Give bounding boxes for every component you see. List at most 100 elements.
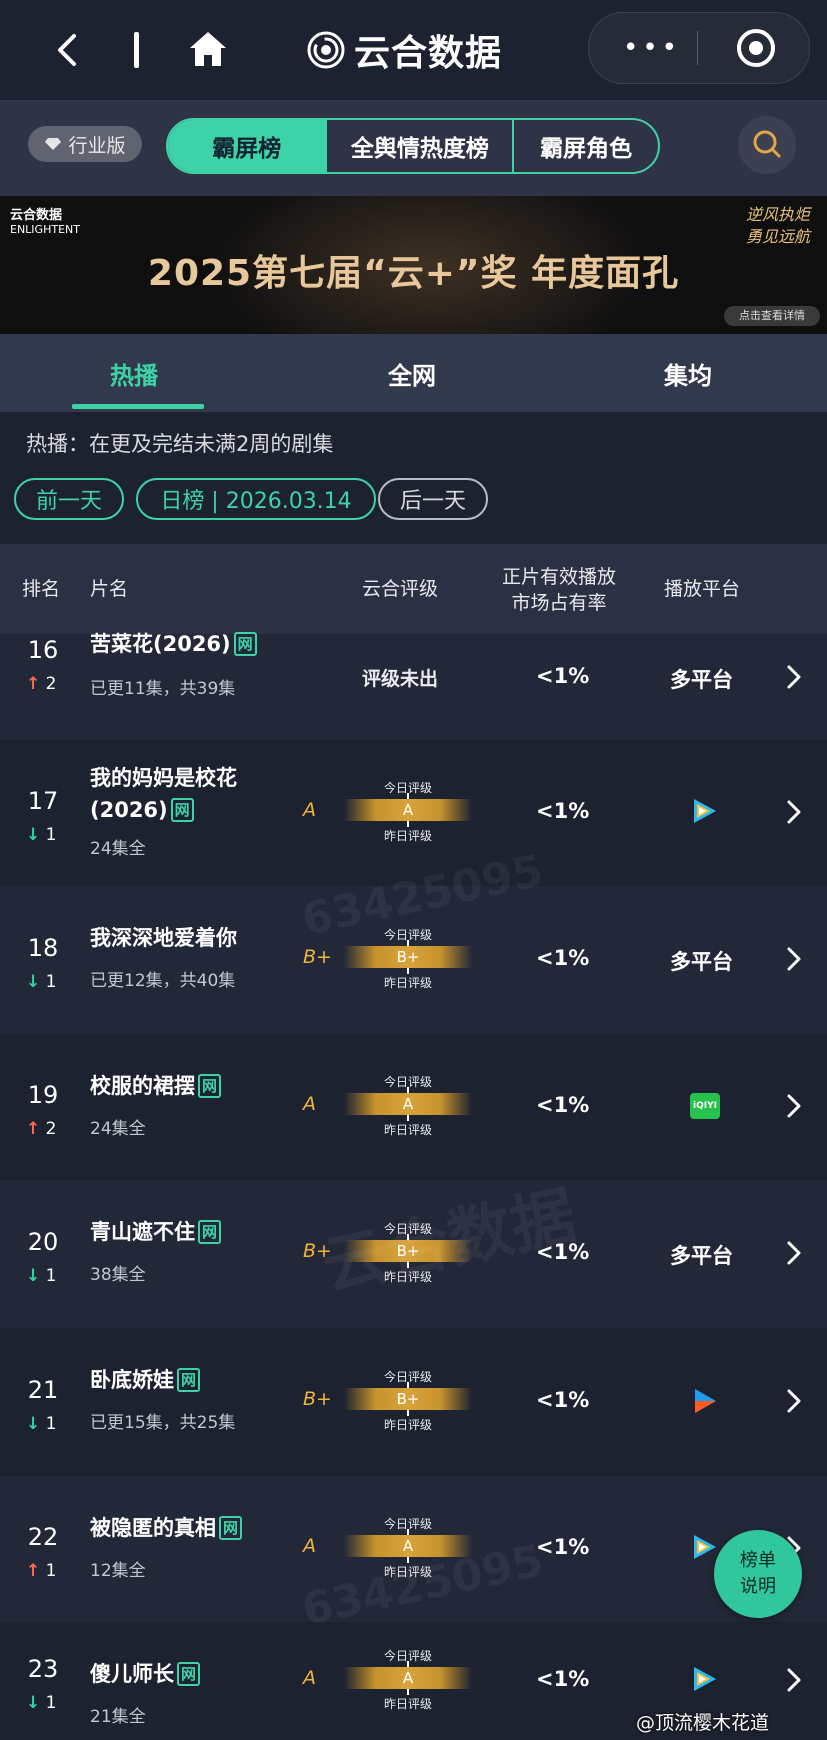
header-rank: 排名: [22, 578, 61, 600]
grade-letter: A: [303, 1535, 316, 1557]
chevron-right-icon[interactable]: [784, 944, 804, 974]
capsule-divider: [697, 31, 698, 65]
date-picker-button[interactable]: 日榜 | 2026.03.14: [136, 478, 376, 520]
next-day-button[interactable]: 后一天: [378, 478, 488, 520]
series-title[interactable]: 苦菜花(2026) 网: [90, 628, 260, 660]
table-row[interactable]: 20 ↓ 1 青山遮不住网 38集全 B+ 今日评级 B+ 昨日评级 <1% 多平台: [0, 1180, 827, 1328]
table-row[interactable]: 16 ↑ 2 苦菜花(2026) 网已更11集，共39集 评级未出 <1% 多平台: [0, 632, 827, 740]
segment-bapingbang[interactable]: 霸屏榜: [168, 120, 326, 172]
episode-info: 12集全: [90, 1561, 146, 1581]
table-row[interactable]: 22 ↑ 1 被隐匿的真相网 12集全 A 今日评级 A 昨日评级 <1%: [0, 1476, 827, 1622]
rank-change-value: 1: [45, 825, 57, 845]
back-icon[interactable]: [48, 30, 88, 70]
header-share-line1: 正片有效播放: [501, 566, 616, 588]
grade-pending: 评级未出: [362, 668, 439, 690]
table-row[interactable]: 19 ↑ 2 校服的裙摆网 24集全 A 今日评级 A 昨日评级 <1% iQIYI: [0, 1034, 827, 1180]
chevron-right-icon[interactable]: [784, 797, 804, 827]
close-target-icon[interactable]: [734, 26, 778, 70]
header-share-line2: 市场占有率: [511, 592, 607, 614]
series-title[interactable]: 傻儿师长网: [90, 1658, 310, 1690]
rank-change-value: 1: [45, 1414, 57, 1434]
chevron-right-icon[interactable]: [784, 1665, 804, 1695]
weibo-credit: @顶流樱木花道: [636, 1712, 770, 1734]
grade-letter: A: [303, 799, 316, 821]
episode-info: 24集全: [90, 839, 146, 859]
segment-quanyuqing[interactable]: 全舆情热度榜: [325, 120, 512, 172]
grade-letter: B+: [303, 946, 332, 968]
web-series-tag: 网: [170, 798, 194, 822]
series-title-text: 校服的裙摆: [90, 1074, 195, 1098]
segment-bapingjuese[interactable]: 霸屏角色: [512, 120, 658, 172]
chevron-right-icon[interactable]: [784, 662, 804, 692]
series-title[interactable]: 校服的裙摆网: [90, 1070, 310, 1102]
grade-bar: 今日评级 A 昨日评级: [340, 779, 476, 843]
grade-bar-letter: B+: [396, 1242, 420, 1260]
banner-detail-button[interactable]: 点击查看详情: [724, 306, 820, 326]
web-series-tag: 网: [198, 1074, 222, 1098]
banner-logo-zh: 云合数据: [10, 208, 63, 223]
ranking-explanation-button[interactable]: 榜单 说明: [714, 1530, 802, 1618]
market-share: <1%: [536, 664, 590, 688]
series-title[interactable]: 我深深地爱着你: [90, 922, 310, 954]
market-share: <1%: [536, 1535, 590, 1559]
grade-gradient: A: [344, 1093, 472, 1115]
tab-jijun[interactable]: 集均: [664, 356, 712, 391]
rank-change-value: 1: [45, 1693, 57, 1713]
rank-change: ↓ 1: [26, 1266, 56, 1286]
web-series-tag: 网: [177, 1368, 201, 1392]
brand-logo-icon: [307, 31, 345, 69]
diamond-icon: [45, 138, 62, 150]
top-nav-bar: 云合数据 •••: [0, 0, 827, 100]
yesterday-grade-label: 昨日评级: [383, 976, 432, 990]
tab-rebo[interactable]: 热播: [110, 356, 158, 391]
rank-number: 22: [27, 1523, 59, 1551]
market-share: <1%: [536, 1667, 590, 1691]
series-title[interactable]: 我的妈妈是校花(2026) 网: [90, 762, 260, 826]
search-button[interactable]: [738, 116, 796, 174]
rank-change-value: 2: [45, 1119, 57, 1139]
series-title-text: 苦菜花(2026): [90, 632, 231, 656]
rank-number: 17: [27, 787, 59, 815]
grade-letter: B+: [303, 1388, 332, 1410]
industry-label: 行业版: [68, 134, 126, 157]
home-icon[interactable]: [186, 28, 230, 72]
chevron-right-icon[interactable]: [784, 1386, 804, 1416]
rank-change: ↑ 2: [26, 1119, 56, 1139]
industry-edition-badge[interactable]: 行业版: [28, 126, 142, 162]
rank-change: ↓ 1: [26, 825, 56, 845]
search-icon: [753, 130, 781, 158]
rank-change: ↓ 1: [26, 1414, 56, 1434]
rank-down-icon: ↓: [26, 972, 41, 992]
rank-number: 16: [27, 636, 59, 664]
series-title[interactable]: 被隐匿的真相网: [90, 1512, 310, 1544]
nav-separator: [134, 32, 139, 68]
series-title[interactable]: 青山遮不住网: [90, 1216, 310, 1248]
tab-quanwang[interactable]: 全网: [388, 356, 436, 391]
tencent-video-icon: [694, 1535, 716, 1559]
rank-up-icon: ↑: [26, 1561, 41, 1581]
series-title[interactable]: 卧底娇娃网: [90, 1364, 310, 1396]
grade-bar: 今日评级 B+ 昨日评级: [340, 926, 476, 990]
table-row[interactable]: 17 ↓ 1 我的妈妈是校花(2026) 网 24集全 A 今日评级 A 昨日评级 <1%: [0, 740, 827, 886]
chevron-right-icon[interactable]: [784, 1238, 804, 1268]
award-banner[interactable]: 云合数据 ENLIGHTENT 2025第七届“云+”奖 年度面孔 逆风执炬 勇…: [0, 196, 827, 334]
header-platform: 播放平台: [664, 578, 741, 600]
rank-change-value: 1: [45, 1561, 57, 1581]
prev-day-button[interactable]: 前一天: [14, 478, 124, 520]
table-row[interactable]: 18 ↓ 1 我深深地爱着你 已更12集，共40集 B+ 今日评级 B+ 昨日评级 <1…: [0, 886, 827, 1034]
grade-bar-letter: A: [402, 801, 414, 819]
main-tabs: 热播 全网 集均: [0, 334, 827, 412]
yesterday-grade-label: 昨日评级: [383, 829, 432, 843]
table-row[interactable]: 21 ↓ 1 卧底娇娃网已更15集，共25集 B+ 今日评级 B+ 昨日评级 <1%: [0, 1328, 827, 1476]
rank-change: ↓ 1: [26, 972, 56, 992]
banner-logo: 云合数据 ENLIGHTENT: [10, 204, 100, 244]
chevron-right-icon[interactable]: [784, 1091, 804, 1121]
rank-down-icon: ↓: [26, 825, 41, 845]
rank-change-value: 1: [45, 1266, 57, 1286]
header-grade: 云合评级: [362, 578, 439, 600]
series-title-text: 傻儿师长: [90, 1662, 174, 1686]
series-title-text: 我深深地爱着你: [90, 926, 237, 950]
rank-change: ↑ 1: [26, 1561, 56, 1581]
grade-letter: A: [303, 1093, 316, 1115]
more-icon[interactable]: •••: [623, 35, 681, 61]
